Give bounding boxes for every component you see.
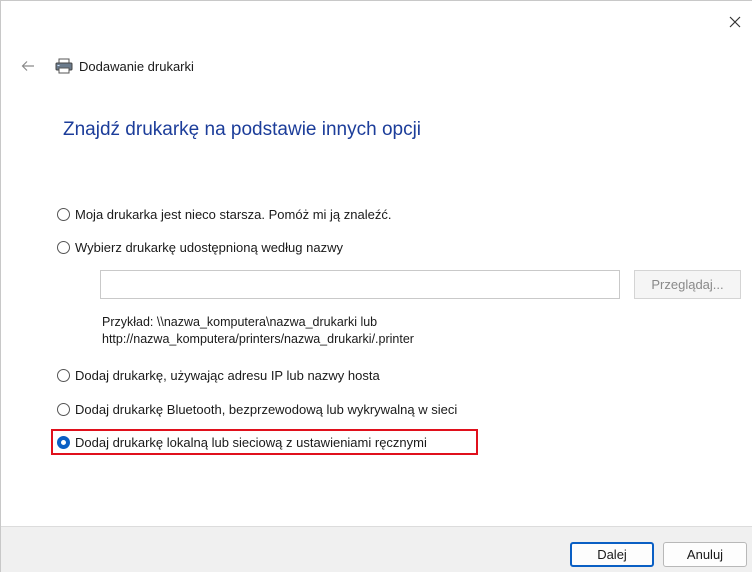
example-line-1: Przykład: \\nazwa_komputera\nazwa_drukar… [102,315,378,329]
cancel-button[interactable]: Anuluj [663,542,747,567]
add-printer-window: Dodawanie drukarki Znajdź drukarkę na po… [0,0,752,572]
browse-button[interactable]: Przeglądaj... [634,270,741,299]
example-text: Przykład: \\nazwa_komputera\nazwa_drukar… [102,314,414,348]
option-label: Moja drukarka jest nieco starsza. Pomóż … [75,206,392,222]
arrow-left-icon [21,61,34,71]
page-title: Znajdź drukarkę na podstawie innych opcj… [63,119,422,140]
option-bluetooth-wireless[interactable]: Dodaj drukarkę Bluetooth, bezprzewodową … [57,399,457,419]
printer-icon [55,58,73,74]
radio-button-selected[interactable] [57,435,70,449]
close-button[interactable] [712,5,752,39]
radio-button[interactable] [57,368,70,382]
wizard-header: Dodawanie drukarki [55,58,194,74]
radio-button[interactable] [57,240,70,254]
next-button[interactable]: Dalej [570,542,654,567]
option-label: Dodaj drukarkę lokalną lub sieciową z us… [75,434,427,450]
radio-button[interactable] [57,207,70,221]
radio-button[interactable] [57,402,70,416]
option-label: Dodaj drukarkę, używając adresu IP lub n… [75,367,380,383]
option-shared-by-name[interactable]: Wybierz drukarkę udostępnioną według naz… [57,237,343,257]
option-label: Dodaj drukarkę Bluetooth, bezprzewodową … [75,401,458,417]
option-ip-hostname[interactable]: Dodaj drukarkę, używając adresu IP lub n… [57,365,380,385]
option-older-printer[interactable]: Moja drukarka jest nieco starsza. Pomóż … [57,204,391,224]
back-button[interactable] [17,55,39,77]
printer-name-input[interactable] [100,270,620,299]
close-icon [729,16,741,28]
wizard-title: Dodawanie drukarki [79,58,194,74]
wizard-footer: Dalej Anuluj [1,526,752,572]
option-label: Wybierz drukarkę udostępnioną według naz… [75,239,343,255]
option-local-manual[interactable]: Dodaj drukarkę lokalną lub sieciową z us… [57,432,427,452]
example-line-2: http://nazwa_komputera/printers/nazwa_dr… [102,332,414,346]
